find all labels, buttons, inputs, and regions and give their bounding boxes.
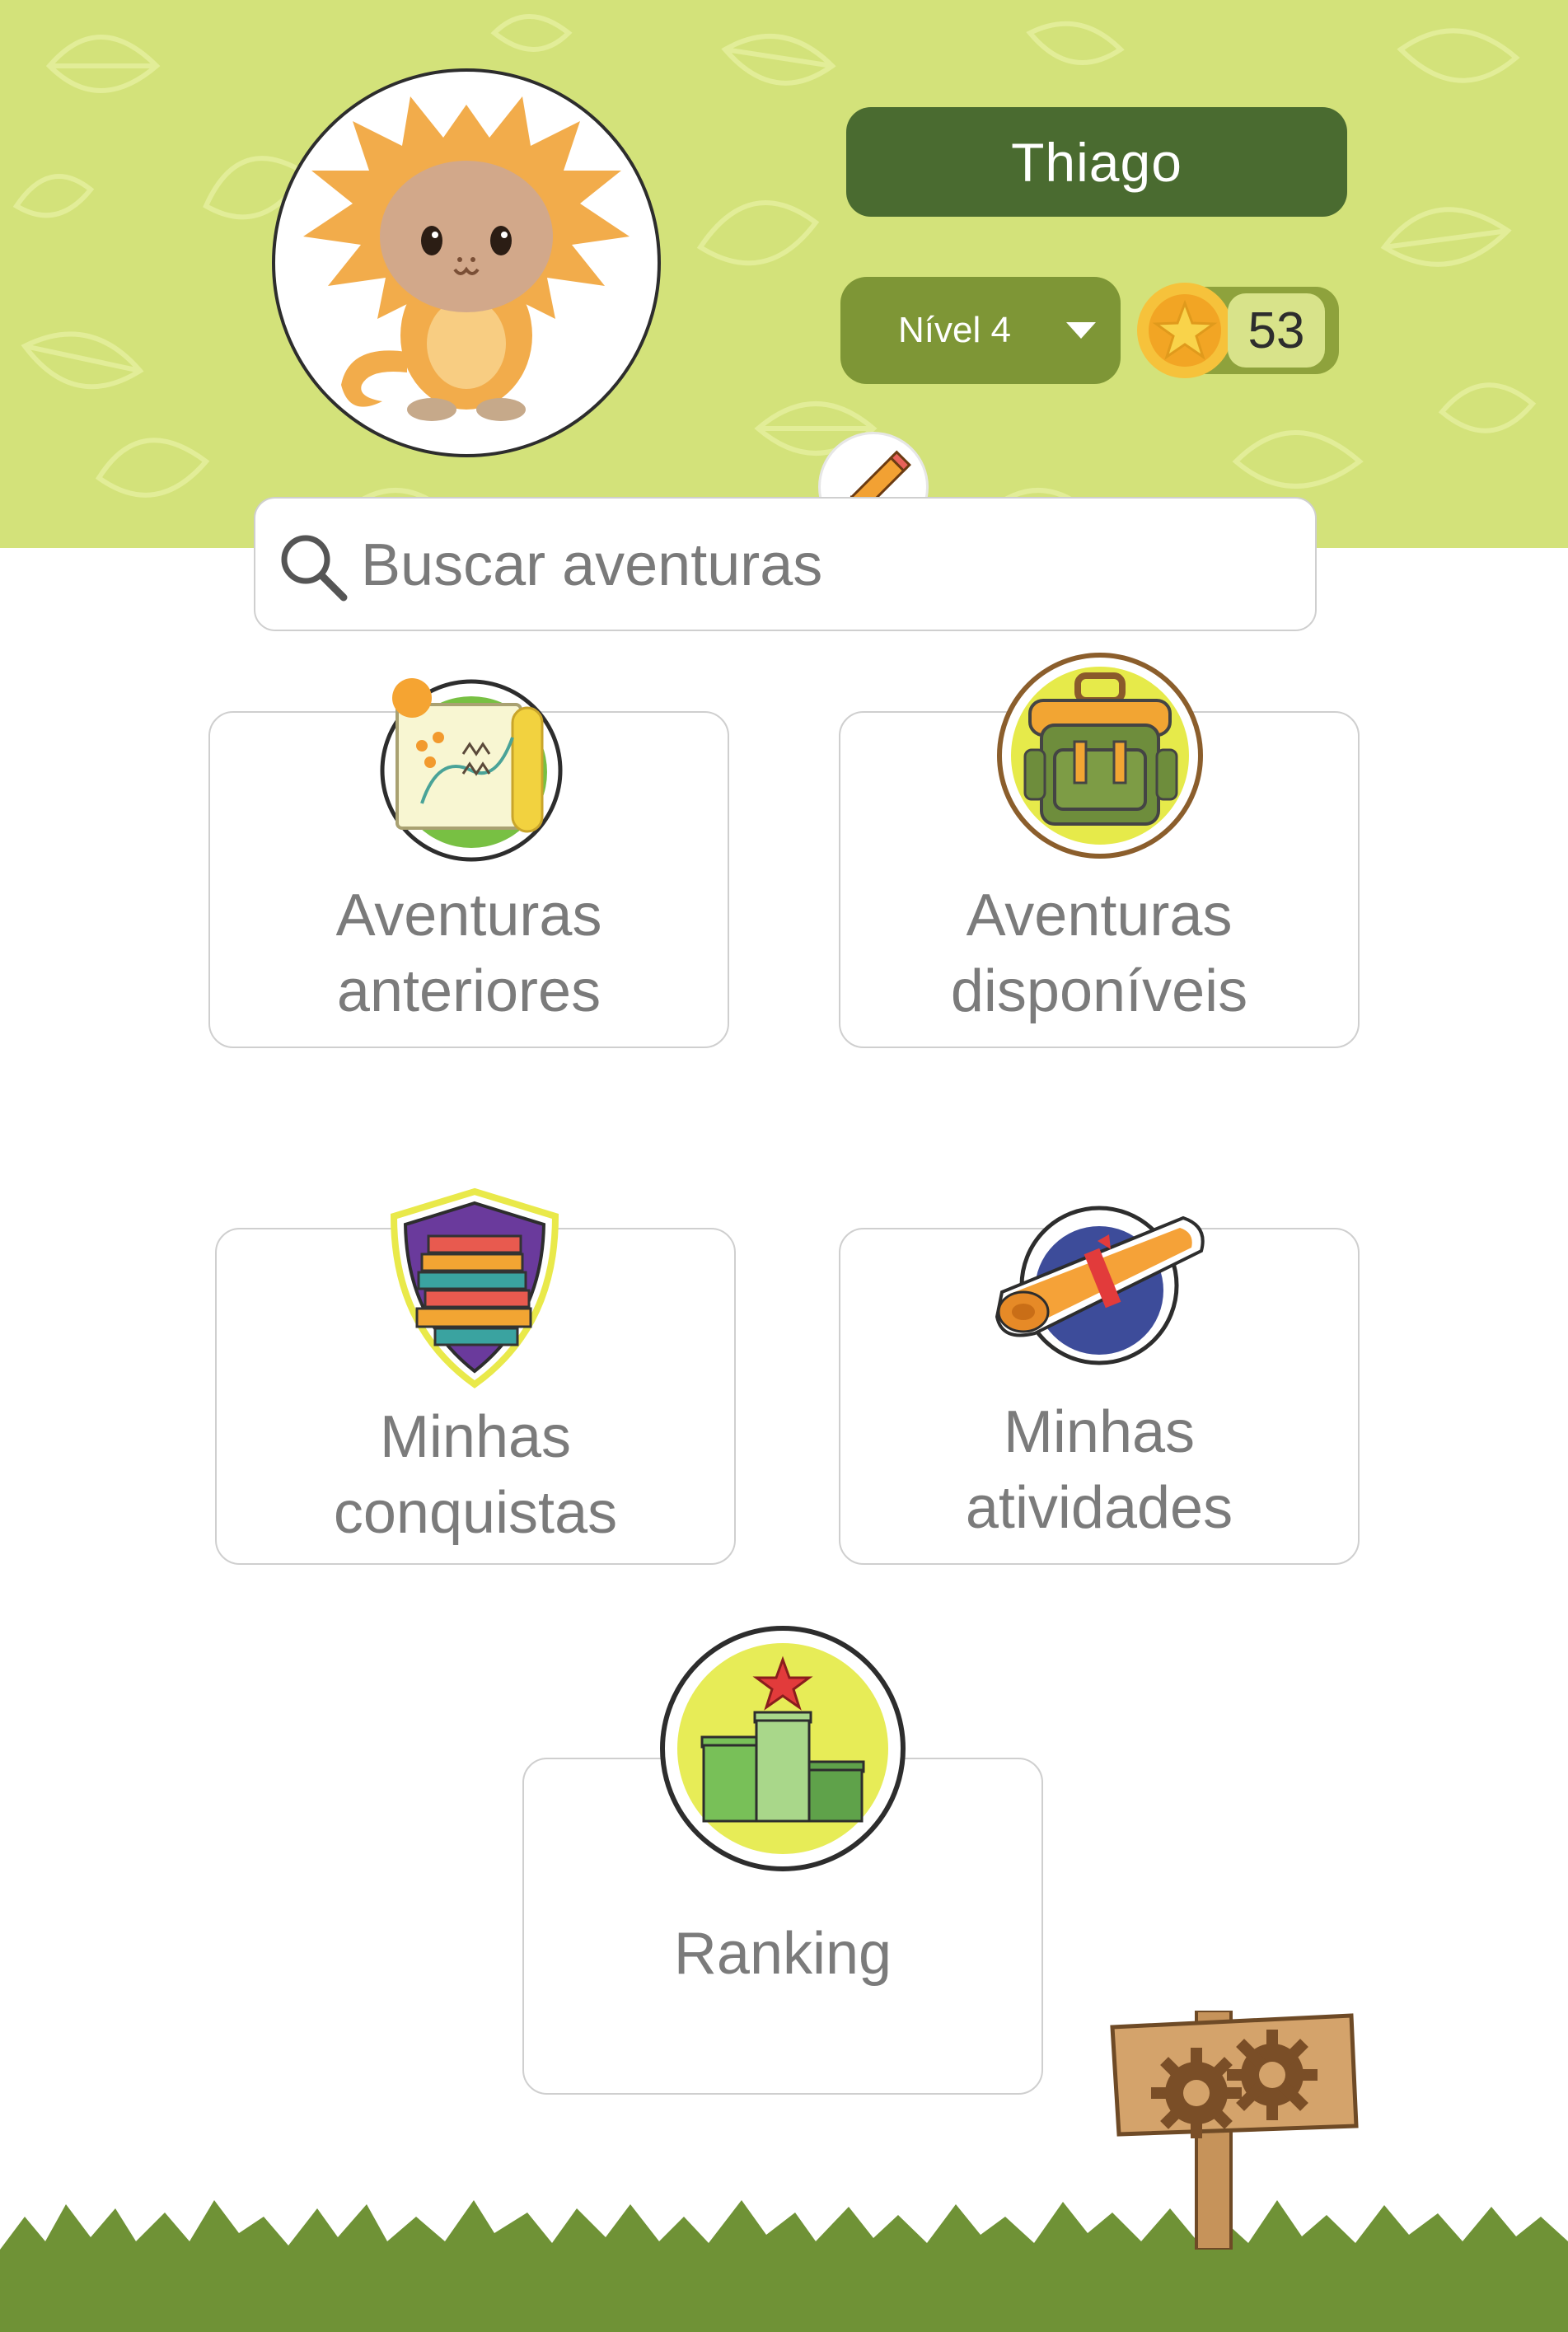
level-dropdown[interactable]: Nível 4 [840,277,1121,384]
card-label-line2: anteriores [336,958,601,1024]
user-name: Thiago [846,107,1347,217]
books-shield-icon [390,1187,559,1388]
card-label-line2: conquistas [333,1480,618,1546]
map-icon [380,678,563,862]
card-label-line1: Aventuras [966,883,1233,948]
level-label: Nível 4 [898,310,1011,350]
card-label-line1: Aventuras [335,883,602,948]
search-input[interactable]: Buscar aventuras [254,497,1317,631]
scroll-icon [995,1206,1205,1365]
profile-header: Thiago Nível 4 53 [0,0,1568,548]
card-label-line2: disponíveis [950,958,1248,1024]
leaf-pattern-background [12,14,1537,534]
podium-icon [660,1626,906,1871]
backpack-icon [997,653,1203,859]
monkey-mascot-icon [303,96,630,421]
coin-counter: 53 [1137,283,1339,378]
search-icon [281,535,348,602]
card-label-line1: Minhas [1003,1399,1196,1465]
chevron-down-icon [1066,322,1096,339]
gears-signpost-icon[interactable] [1104,2011,1360,2250]
coin-count: 53 [1228,293,1325,368]
star-coin-icon [1137,283,1233,378]
avatar[interactable] [272,68,926,540]
card-label-line2: atividades [965,1475,1233,1541]
card-label: Ranking [673,1921,892,1987]
search-placeholder: Buscar aventuras [361,532,823,598]
card-label-line1: Minhas [379,1404,572,1470]
